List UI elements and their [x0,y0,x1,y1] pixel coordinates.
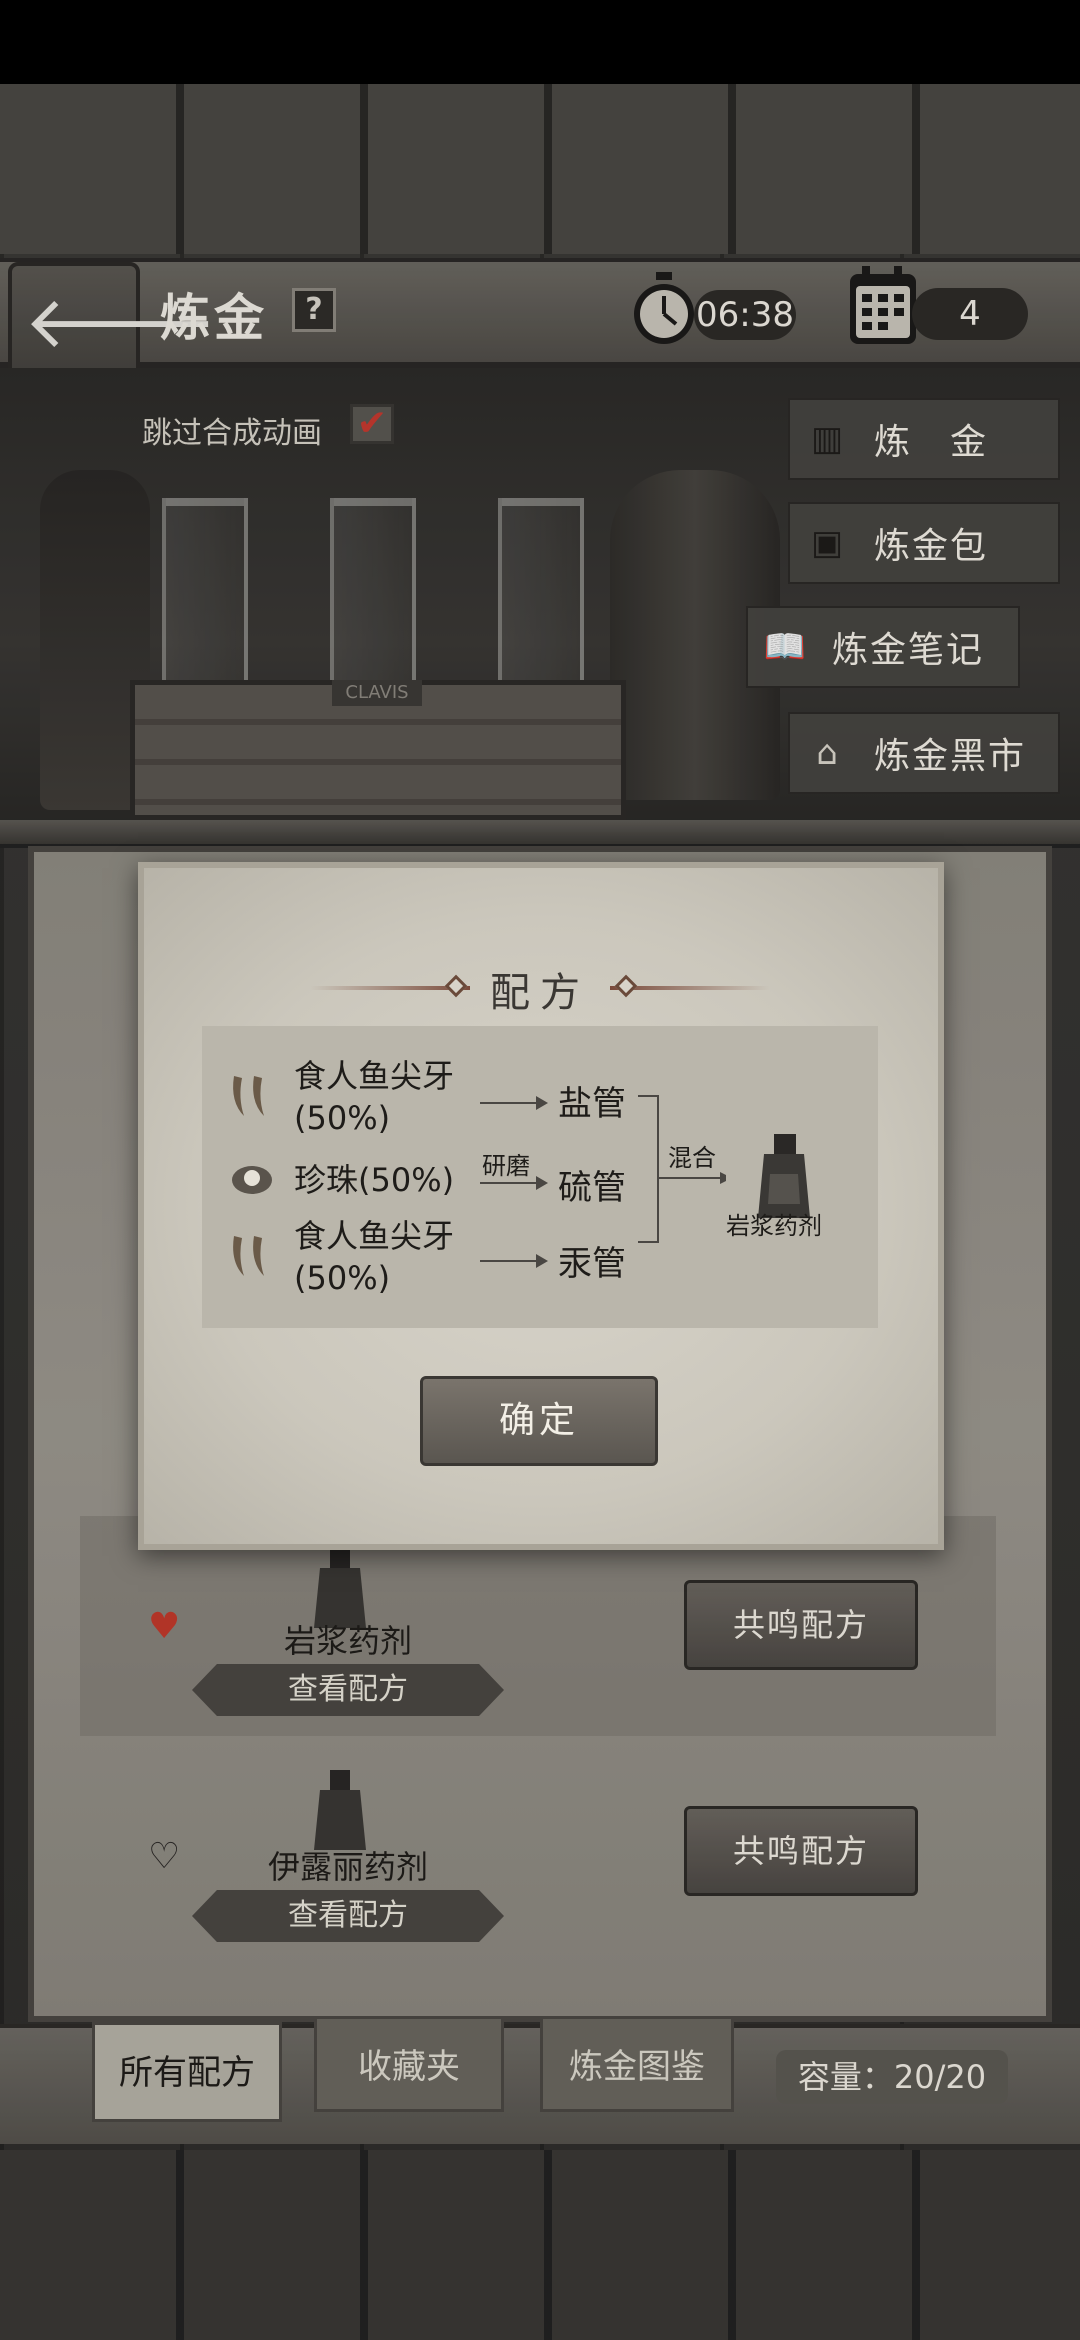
ingredient-name: 食人鱼尖牙 [294,1057,455,1095]
ingredient-name: 食人鱼尖牙 [294,1217,455,1255]
process-label: 研磨 [482,1152,530,1180]
tube-name: 硫管 [558,1168,626,1208]
arrow-icon [480,1096,548,1110]
fang-icon [233,1076,264,1116]
confirm-button[interactable]: 确定 [420,1376,658,1466]
pearl-icon [232,1166,272,1194]
ingredient-rate: (50%) [294,1259,391,1297]
status-bar [0,0,1080,84]
arrow-icon [480,1176,548,1190]
result-name: 岩浆药剂 [726,1212,822,1240]
tube-name: 盐管 [558,1084,626,1124]
arrow-icon [480,1254,548,1268]
mix-label: 混合 [668,1144,716,1172]
dialog-title: 配方 [490,970,590,1016]
fang-icon [233,1236,264,1276]
ingredient-name: 珍珠(50%) [294,1161,455,1199]
tube-name: 汞管 [558,1244,626,1284]
ingredient-rate: (50%) [294,1099,391,1137]
